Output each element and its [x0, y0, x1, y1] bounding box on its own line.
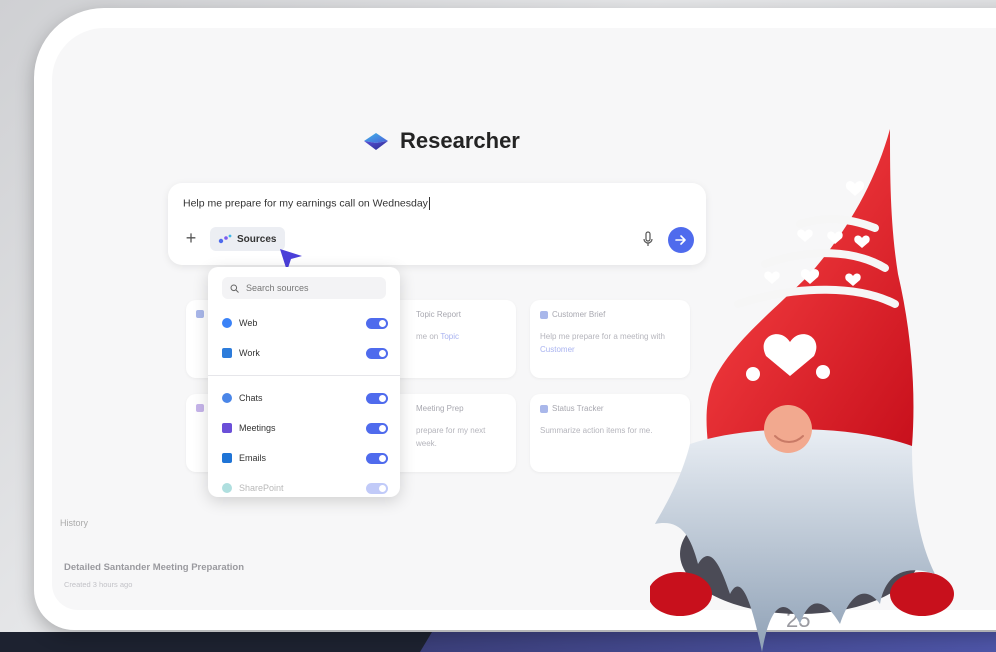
source-item-sharepoint[interactable]: SharePoint: [222, 478, 388, 497]
card-text: Help me prepare for a meeting with: [540, 332, 665, 341]
card-text: me on: [416, 332, 439, 341]
card-link: Topic: [440, 332, 459, 341]
search-sources-input[interactable]: [244, 282, 378, 294]
history-heading: History: [60, 518, 89, 528]
source-item-emails[interactable]: Emails: [222, 448, 388, 468]
prompt-input[interactable]: Help me prepare for my earnings call on …: [183, 197, 430, 210]
card-text: Summarize action items for me.: [540, 426, 653, 435]
sources-icon: [218, 234, 232, 244]
work-icon: [222, 348, 232, 358]
card-icon: [196, 310, 204, 318]
card-icon: [196, 404, 204, 412]
card-title: Status Tracker: [552, 404, 604, 413]
sources-dropdown: Web Work Chats Meetings Emails SharePoin…: [208, 267, 400, 497]
meetings-icon: [222, 423, 232, 433]
dropdown-divider: [208, 375, 400, 376]
prompt-text: Help me prepare for my earnings call on …: [183, 197, 428, 210]
work-toggle[interactable]: [366, 347, 388, 359]
source-label: Meetings: [239, 423, 276, 433]
meetings-toggle[interactable]: [366, 422, 388, 434]
researcher-logo-icon: [364, 133, 388, 150]
card-link: Customer: [540, 345, 575, 354]
history-item-title[interactable]: Detailed Santander Meeting Preparation: [64, 562, 244, 573]
text-caret: [428, 197, 430, 210]
status-tracker-icon: [540, 404, 548, 413]
card-title: Meeting Prep: [416, 404, 464, 413]
source-label: Web: [239, 318, 258, 328]
history-item-timestamp: Created 3 hours ago: [64, 580, 133, 589]
source-label: Work: [239, 348, 260, 358]
source-item-chats[interactable]: Chats: [222, 388, 388, 408]
email-icon: [222, 453, 232, 463]
plus-icon[interactable]: +: [182, 229, 200, 247]
globe-icon: [222, 318, 232, 328]
page-title: Researcher: [400, 128, 520, 153]
source-label: Chats: [239, 393, 263, 403]
prompt-box[interactable]: Help me prepare for my earnings call on …: [168, 183, 706, 265]
chats-toggle[interactable]: [366, 392, 388, 404]
card-text: prepare for my next week.: [416, 426, 486, 448]
source-item-web[interactable]: Web: [222, 313, 388, 333]
sharepoint-icon: [222, 483, 232, 493]
sources-label: Sources: [237, 233, 277, 245]
card-title: Customer Brief: [552, 310, 606, 319]
sources-button[interactable]: Sources: [210, 227, 286, 251]
customer-brief-icon: [540, 310, 548, 319]
sharepoint-toggle[interactable]: [366, 482, 388, 494]
source-label: Emails: [239, 453, 267, 463]
brand-header: Researcher: [362, 128, 520, 154]
search-icon: [230, 284, 239, 293]
search-sources-box[interactable]: [222, 277, 386, 299]
card-title: Topic Report: [416, 310, 461, 319]
source-item-work[interactable]: Work: [222, 343, 388, 363]
web-toggle[interactable]: [366, 317, 388, 329]
gnome-illustration: [650, 129, 954, 652]
chat-icon: [222, 393, 232, 403]
source-label: SharePoint: [239, 483, 284, 493]
emails-toggle[interactable]: [366, 452, 388, 464]
source-item-meetings[interactable]: Meetings: [222, 418, 388, 438]
